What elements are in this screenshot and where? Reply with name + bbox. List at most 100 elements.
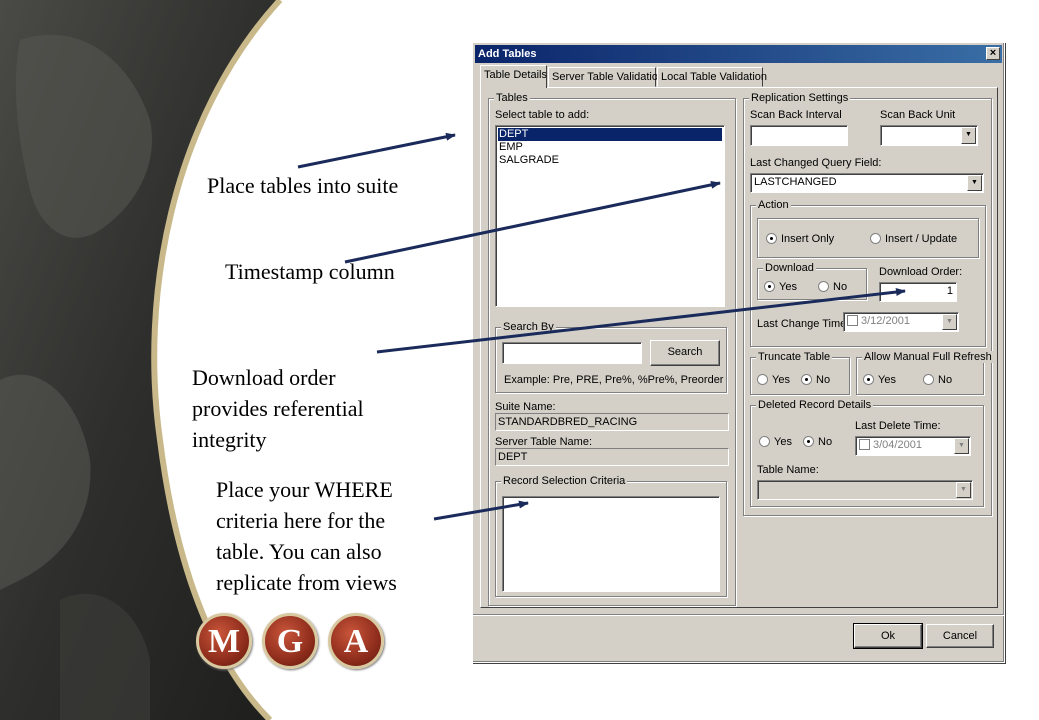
- callout-timestamp: Timestamp column: [225, 259, 395, 284]
- close-button[interactable]: ×: [986, 47, 1000, 60]
- radio-refresh-yes[interactable]: Yes: [863, 374, 896, 387]
- radio-deleted-no-label: No: [818, 436, 833, 448]
- last-change-time-value: 3/12/2001: [861, 315, 910, 327]
- last-delete-time-picker[interactable]: 3/04/2001 ▼: [855, 436, 971, 456]
- allow-manual-refresh-group: Allow Manual Full Refresh Yes No: [856, 351, 994, 395]
- truncate-table-label: Truncate Table: [756, 351, 833, 363]
- ok-button[interactable]: Ok: [853, 623, 923, 649]
- radio-icon: [803, 436, 814, 447]
- last-delete-time-value: 3/04/2001: [873, 439, 922, 451]
- action-group: Action Insert Only Insert / Update Downl…: [750, 199, 986, 347]
- callout-where-line: criteria here for the: [216, 508, 386, 533]
- callout-download-line: integrity: [192, 427, 267, 452]
- radio-icon: [818, 281, 829, 292]
- radio-insert-only-label: Insert Only: [781, 233, 835, 245]
- chevron-down-icon[interactable]: ▼: [967, 175, 982, 191]
- table-listbox[interactable]: DEPT EMP SALGRADE: [495, 125, 725, 307]
- chevron-down-icon[interactable]: ▼: [956, 482, 971, 498]
- radio-refresh-no[interactable]: No: [923, 374, 952, 387]
- callout-where-line: replicate from views: [216, 570, 397, 595]
- radio-download-no[interactable]: No: [818, 281, 847, 294]
- callout-where-line: table. You can also: [216, 539, 382, 564]
- radio-icon: [757, 374, 768, 385]
- last-delete-time-label: Last Delete Time:: [855, 420, 941, 432]
- radio-icon: [923, 374, 934, 385]
- radio-icon: [801, 374, 812, 385]
- radio-deleted-yes-label: Yes: [774, 436, 792, 448]
- cancel-button[interactable]: Cancel: [926, 624, 994, 648]
- tab-server-table-validation[interactable]: Server Table Validation: [548, 67, 664, 87]
- slide: Place tables into suite Timestamp column…: [0, 0, 1039, 720]
- record-selection-group: Record Selection Criteria: [495, 475, 727, 597]
- checkbox-icon[interactable]: [847, 315, 858, 326]
- chevron-down-icon[interactable]: ▼: [954, 438, 969, 454]
- scan-back-unit-select[interactable]: ▼: [880, 125, 978, 146]
- radio-refresh-yes-label: Yes: [878, 374, 896, 386]
- dialog-titlebar[interactable]: Add Tables ×: [475, 45, 1002, 63]
- tab-table-details[interactable]: Table Details: [480, 65, 547, 88]
- arrow-tables: [297, 132, 456, 169]
- server-table-name-label: Server Table Name:: [495, 436, 593, 448]
- table-name-select[interactable]: ▼: [757, 480, 973, 500]
- download-group: Download Yes No: [757, 262, 867, 300]
- logo-letter: G: [262, 613, 318, 669]
- search-by-label: Search By: [501, 321, 556, 333]
- callout-tables: Place tables into suite: [207, 173, 399, 198]
- download-group-label: Download: [763, 262, 816, 274]
- radio-deleted-no[interactable]: No: [803, 436, 832, 449]
- tables-group: Tables Select table to add: DEPT EMP SAL…: [488, 92, 736, 606]
- radio-icon: [759, 436, 770, 447]
- last-changed-select[interactable]: LASTCHANGED ▼: [750, 173, 984, 193]
- radio-insert-only[interactable]: Insert Only: [766, 233, 834, 246]
- download-order-input[interactable]: 1: [879, 282, 957, 302]
- radio-download-yes[interactable]: Yes: [764, 281, 797, 294]
- radio-insert-update[interactable]: Insert / Update: [870, 233, 957, 246]
- checkbox-icon[interactable]: [859, 439, 870, 450]
- replication-settings-label: Replication Settings: [749, 92, 851, 104]
- chevron-down-icon[interactable]: ▼: [961, 127, 976, 144]
- radio-icon: [870, 233, 881, 244]
- search-button[interactable]: Search: [650, 340, 720, 366]
- download-order-label: Download Order:: [879, 266, 963, 278]
- suite-name-label: Suite Name:: [495, 401, 556, 413]
- suite-name-field: STANDARDBRED_RACING: [495, 413, 729, 431]
- radio-download-no-label: No: [833, 281, 848, 293]
- radio-icon: [766, 233, 777, 244]
- radio-truncate-yes[interactable]: Yes: [757, 374, 790, 387]
- list-item[interactable]: DEPT: [498, 128, 722, 141]
- record-selection-label: Record Selection Criteria: [501, 475, 628, 487]
- radio-insert-update-label: Insert / Update: [885, 233, 958, 245]
- radio-icon: [863, 374, 874, 385]
- scan-back-interval-label: Scan Back Interval: [750, 109, 842, 121]
- radio-deleted-yes[interactable]: Yes: [759, 436, 792, 449]
- record-selection-textarea[interactable]: [502, 496, 720, 592]
- radio-download-yes-label: Yes: [779, 281, 797, 293]
- deleted-record-group: Deleted Record Details Yes No Last Delet…: [750, 399, 984, 507]
- radio-truncate-no-label: No: [816, 374, 831, 386]
- table-details-panel: Tables Select table to add: DEPT EMP SAL…: [480, 87, 998, 608]
- radio-truncate-no[interactable]: No: [801, 374, 830, 387]
- scan-back-interval-input[interactable]: [750, 125, 848, 146]
- list-item[interactable]: EMP: [498, 141, 722, 154]
- callout-download-line: provides referential: [192, 396, 364, 421]
- dialog-title: Add Tables: [478, 48, 537, 60]
- radio-icon: [764, 281, 775, 292]
- tab-local-table-validation[interactable]: Local Table Validation: [657, 67, 767, 87]
- list-item[interactable]: SALGRADE: [498, 154, 722, 167]
- action-group-label: Action: [756, 199, 791, 211]
- last-changed-label: Last Changed Query Field:: [750, 157, 882, 169]
- tables-group-label: Tables: [494, 92, 530, 104]
- replication-settings-group: Replication Settings Scan Back Interval …: [743, 92, 994, 516]
- background-photo: [0, 0, 283, 720]
- last-change-time-picker[interactable]: 3/12/2001 ▼: [843, 312, 959, 332]
- logo-letter: M: [196, 613, 252, 669]
- callout-download-line: Download order: [192, 365, 336, 390]
- server-table-name-field: DEPT: [495, 448, 729, 466]
- callout-where-line: Place your WHERE: [216, 477, 393, 502]
- scan-back-unit-label: Scan Back Unit: [880, 109, 956, 121]
- last-changed-value: LASTCHANGED: [754, 176, 837, 188]
- select-table-label: Select table to add:: [495, 109, 590, 121]
- chevron-down-icon[interactable]: ▼: [942, 314, 957, 330]
- search-input[interactable]: [502, 342, 642, 364]
- table-name-label: Table Name:: [757, 464, 819, 476]
